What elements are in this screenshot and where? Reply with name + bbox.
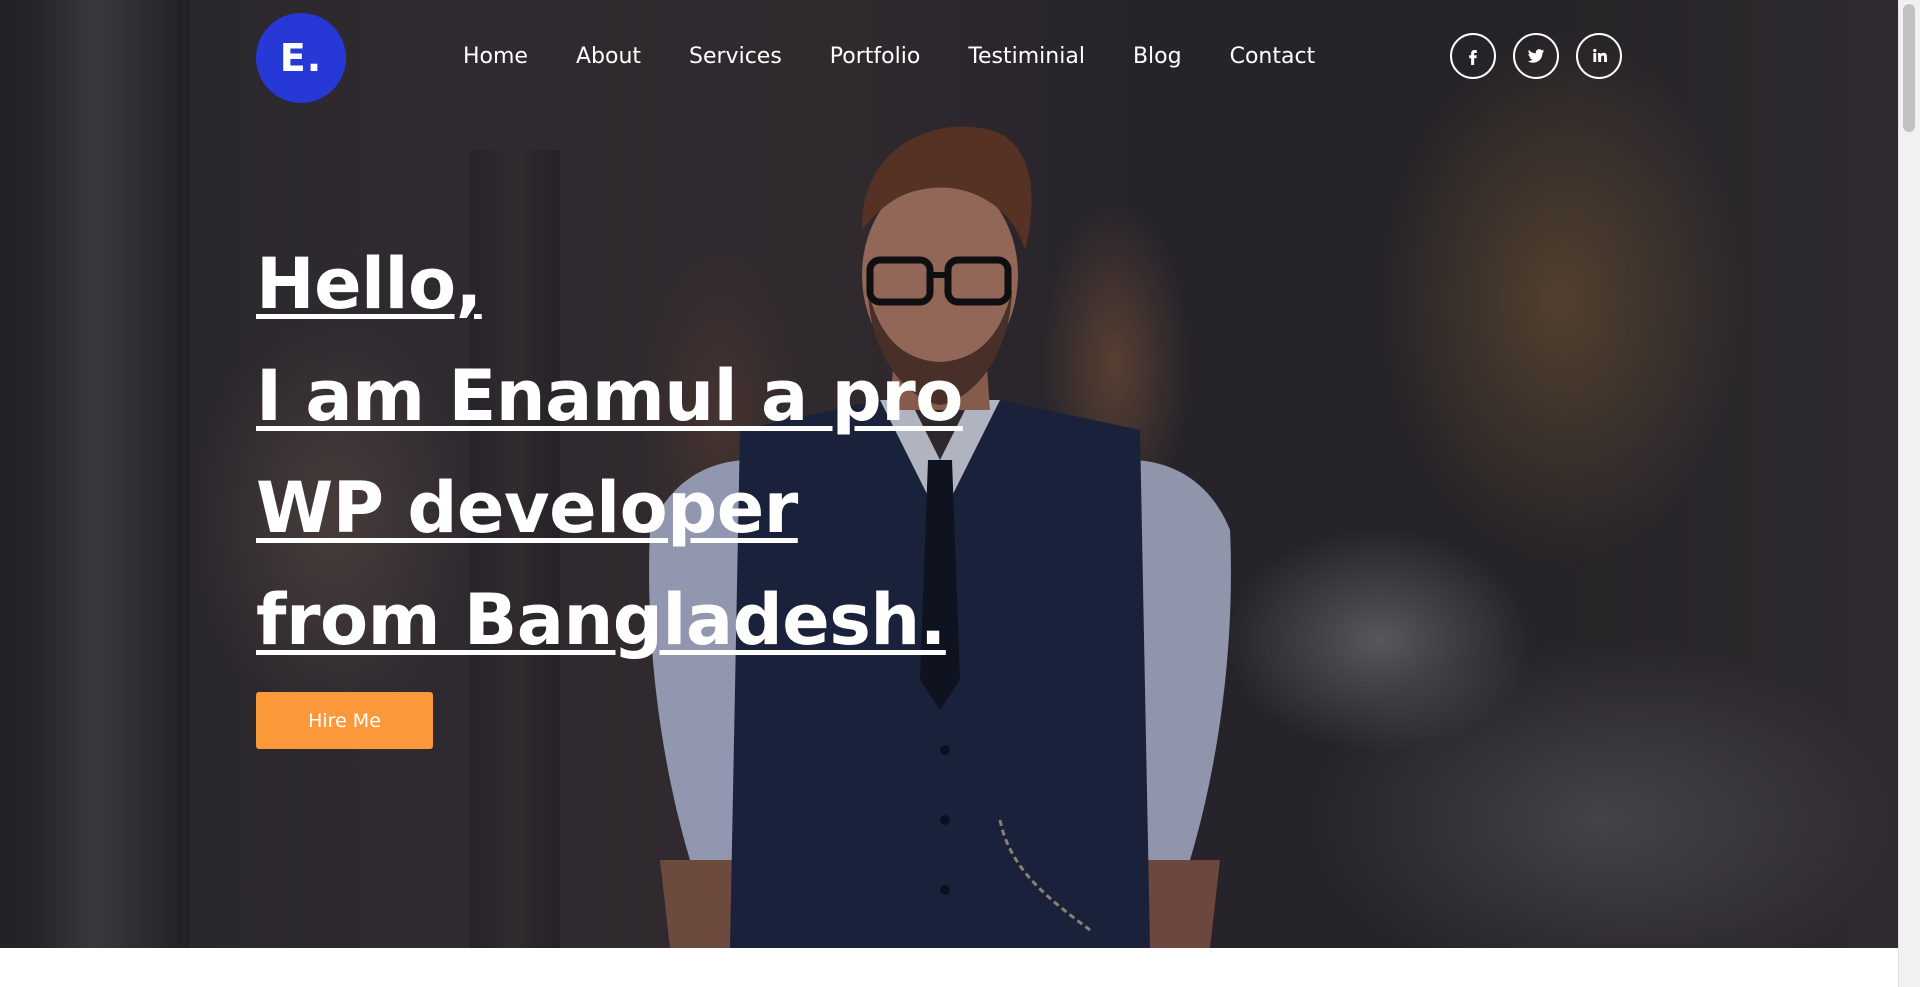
nav-item-blog[interactable]: Blog xyxy=(1133,44,1182,69)
headline-line-3: WP developer xyxy=(256,467,798,549)
headline-line-4: from Bangladesh. xyxy=(256,579,946,661)
scrollbar-thumb[interactable] xyxy=(1903,4,1915,132)
linkedin-icon xyxy=(1593,48,1607,62)
nav-item-portfolio[interactable]: Portfolio xyxy=(830,44,921,69)
twitter-link[interactable] xyxy=(1513,33,1559,79)
site-logo[interactable]: E. xyxy=(256,13,346,103)
hero-headline: Hello, I am Enamul a pro WP developer fr… xyxy=(256,228,963,676)
facebook-icon xyxy=(1469,50,1477,65)
nav-item-home[interactable]: Home xyxy=(463,44,528,69)
headline-line-2: I am Enamul a pro xyxy=(256,355,963,437)
facebook-link[interactable] xyxy=(1450,33,1496,79)
nav-item-contact[interactable]: Contact xyxy=(1230,44,1316,69)
main-nav: Home About Services Portfolio Testiminia… xyxy=(463,44,1363,69)
logo-text: E. xyxy=(279,36,323,80)
hire-me-button[interactable]: Hire Me xyxy=(256,692,433,749)
nav-item-about[interactable]: About xyxy=(576,44,641,69)
social-links xyxy=(1450,33,1622,79)
linkedin-link[interactable] xyxy=(1576,33,1622,79)
twitter-icon xyxy=(1527,49,1545,63)
nav-item-services[interactable]: Services xyxy=(689,44,782,69)
page-scrollbar[interactable] xyxy=(1898,0,1920,987)
headline-line-1: Hello, xyxy=(256,243,482,325)
nav-item-testimonial[interactable]: Testiminial xyxy=(968,44,1085,69)
